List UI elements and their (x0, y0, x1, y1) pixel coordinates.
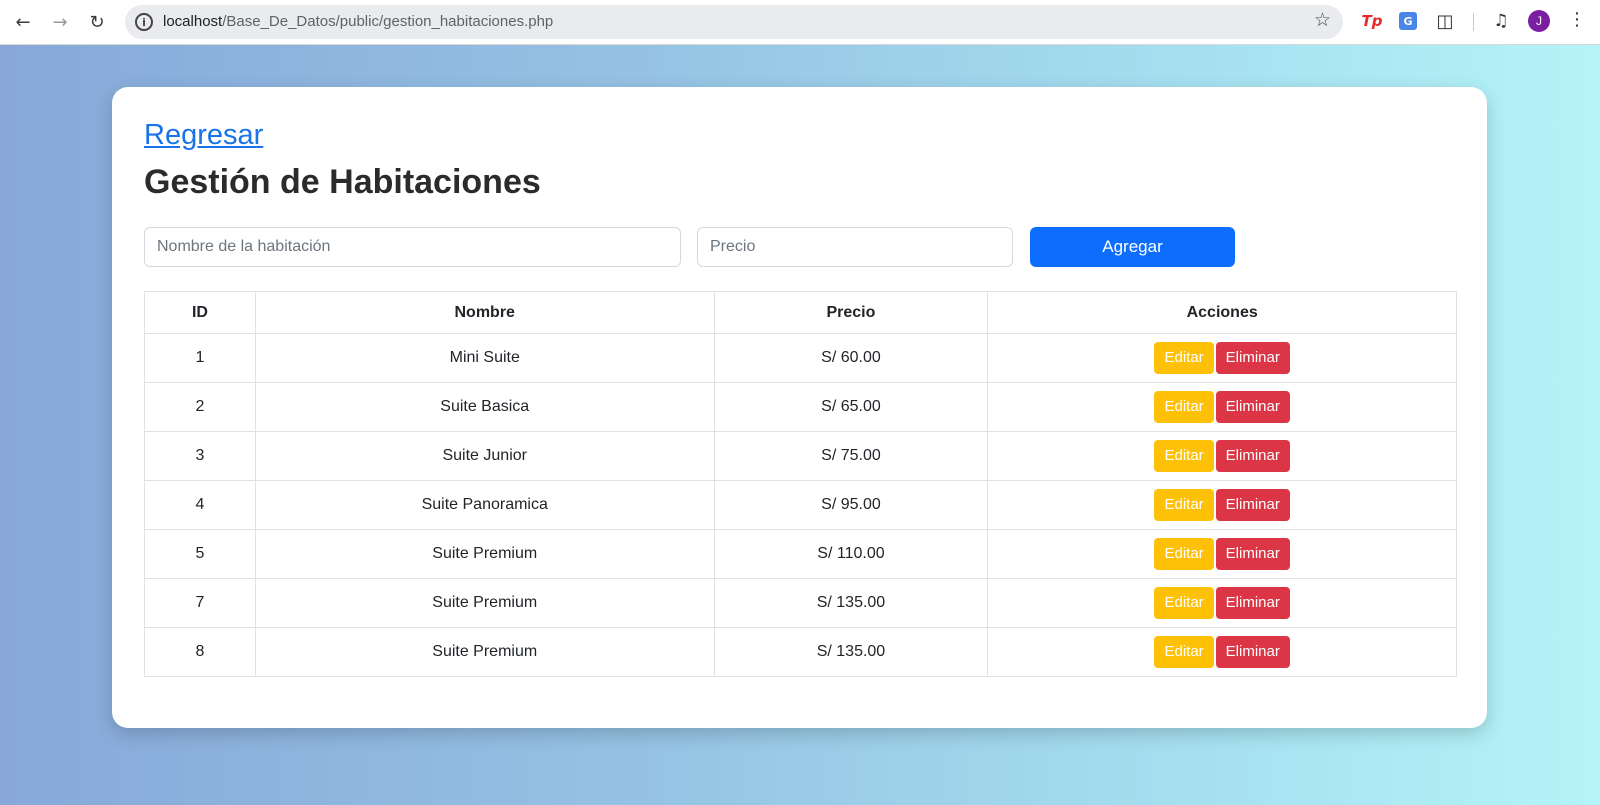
edit-button[interactable]: Editar (1154, 391, 1214, 423)
cell-name: Mini Suite (254, 333, 715, 383)
table-row: 5 Suite Premium S/ 110.00 Editar Eliminar (144, 529, 1457, 579)
address-bar[interactable]: i localhost/Base_De_Datos/public/gestion… (125, 5, 1343, 39)
cell-name: Suite Junior (254, 431, 715, 481)
translate-extension-label: G (1399, 12, 1417, 30)
cell-actions: Editar Eliminar (987, 480, 1457, 530)
cell-id: 3 (144, 431, 256, 481)
price-input[interactable] (697, 227, 1013, 267)
edit-button[interactable]: Editar (1154, 636, 1214, 668)
cell-id: 5 (144, 529, 256, 579)
cell-actions: Editar Eliminar (987, 627, 1457, 677)
cell-price: S/ 60.00 (713, 333, 989, 383)
translate-extension-icon[interactable]: G (1396, 9, 1420, 33)
edit-button[interactable]: Editar (1154, 342, 1214, 374)
delete-button[interactable]: Eliminar (1215, 636, 1290, 668)
table-header-row: ID Nombre Precio Acciones (144, 291, 1457, 334)
table-row: 7 Suite Premium S/ 135.00 Editar Eliminar (144, 578, 1457, 628)
table-row: 4 Suite Panoramica S/ 95.00 Editar Elimin… (144, 480, 1457, 530)
table-row: 2 Suite Basica S/ 65.00 Editar Eliminar (144, 382, 1457, 432)
puzzle-icon[interactable]: ◫ (1433, 9, 1457, 33)
browser-toolbar: ← → ↻ i localhost/Base_De_Datos/public/g… (0, 0, 1600, 45)
cell-name: Suite Premium (254, 627, 715, 677)
media-control-icon[interactable]: ♫ (1489, 9, 1513, 33)
cell-price: S/ 65.00 (713, 382, 989, 432)
avatar[interactable]: J (1528, 10, 1550, 32)
header-id: ID (144, 291, 256, 334)
reload-icon[interactable]: ↻ (83, 8, 111, 36)
site-info-icon[interactable]: i (135, 13, 153, 31)
delete-button[interactable]: Eliminar (1215, 587, 1290, 619)
tp-extension-icon[interactable]: Tp (1360, 9, 1384, 33)
cell-actions: Editar Eliminar (987, 431, 1457, 481)
cell-name: Suite Basica (254, 382, 715, 432)
cell-price: S/ 135.00 (713, 578, 989, 628)
cell-price: S/ 95.00 (713, 480, 989, 530)
cell-id: 1 (144, 333, 256, 383)
delete-button[interactable]: Eliminar (1215, 440, 1290, 472)
header-name: Nombre (254, 291, 715, 334)
back-arrow-icon[interactable]: ← (9, 8, 37, 36)
back-link[interactable]: Regresar (144, 119, 263, 152)
url-host: localhost (163, 13, 223, 30)
cell-actions: Editar Eliminar (987, 333, 1457, 383)
header-actions: Acciones (987, 291, 1457, 334)
toolbar-divider (1473, 13, 1474, 31)
forward-arrow-icon[interactable]: → (46, 8, 74, 36)
star-icon[interactable]: ☆ (1314, 9, 1331, 31)
edit-button[interactable]: Editar (1154, 538, 1214, 570)
rooms-table: ID Nombre Precio Acciones 1 Mini Suite S… (144, 291, 1457, 677)
edit-button[interactable]: Editar (1154, 587, 1214, 619)
page-title: Gestión de Habitaciones (144, 163, 541, 201)
table-row: 1 Mini Suite S/ 60.00 Editar Eliminar (144, 333, 1457, 383)
cell-name: Suite Premium (254, 529, 715, 579)
add-button[interactable]: Agregar (1030, 227, 1235, 267)
cell-id: 4 (144, 480, 256, 530)
room-name-input[interactable] (144, 227, 681, 267)
cell-id: 2 (144, 382, 256, 432)
cell-id: 7 (144, 578, 256, 628)
edit-button[interactable]: Editar (1154, 489, 1214, 521)
cell-price: S/ 75.00 (713, 431, 989, 481)
cell-actions: Editar Eliminar (987, 529, 1457, 579)
kebab-menu-icon[interactable]: ⋮ (1568, 9, 1586, 30)
cell-name: Suite Premium (254, 578, 715, 628)
header-price: Precio (713, 291, 989, 334)
delete-button[interactable]: Eliminar (1215, 342, 1290, 374)
delete-button[interactable]: Eliminar (1215, 538, 1290, 570)
delete-button[interactable]: Eliminar (1215, 489, 1290, 521)
cell-actions: Editar Eliminar (987, 382, 1457, 432)
url-text[interactable]: localhost/Base_De_Datos/public/gestion_h… (163, 13, 553, 30)
delete-button[interactable]: Eliminar (1215, 391, 1290, 423)
edit-button[interactable]: Editar (1154, 440, 1214, 472)
cell-actions: Editar Eliminar (987, 578, 1457, 628)
cell-price: S/ 135.00 (713, 627, 989, 677)
cell-price: S/ 110.00 (713, 529, 989, 579)
cell-name: Suite Panoramica (254, 480, 715, 530)
page-background: Regresar Gestión de Habitaciones Agregar… (0, 45, 1600, 805)
cell-id: 8 (144, 627, 256, 677)
content-card: Regresar Gestión de Habitaciones Agregar… (112, 87, 1487, 728)
url-path: /Base_De_Datos/public/gestion_habitacion… (222, 13, 554, 30)
table-row: 8 Suite Premium S/ 135.00 Editar Eliminar (144, 627, 1457, 677)
table-row: 3 Suite Junior S/ 75.00 Editar Eliminar (144, 431, 1457, 481)
